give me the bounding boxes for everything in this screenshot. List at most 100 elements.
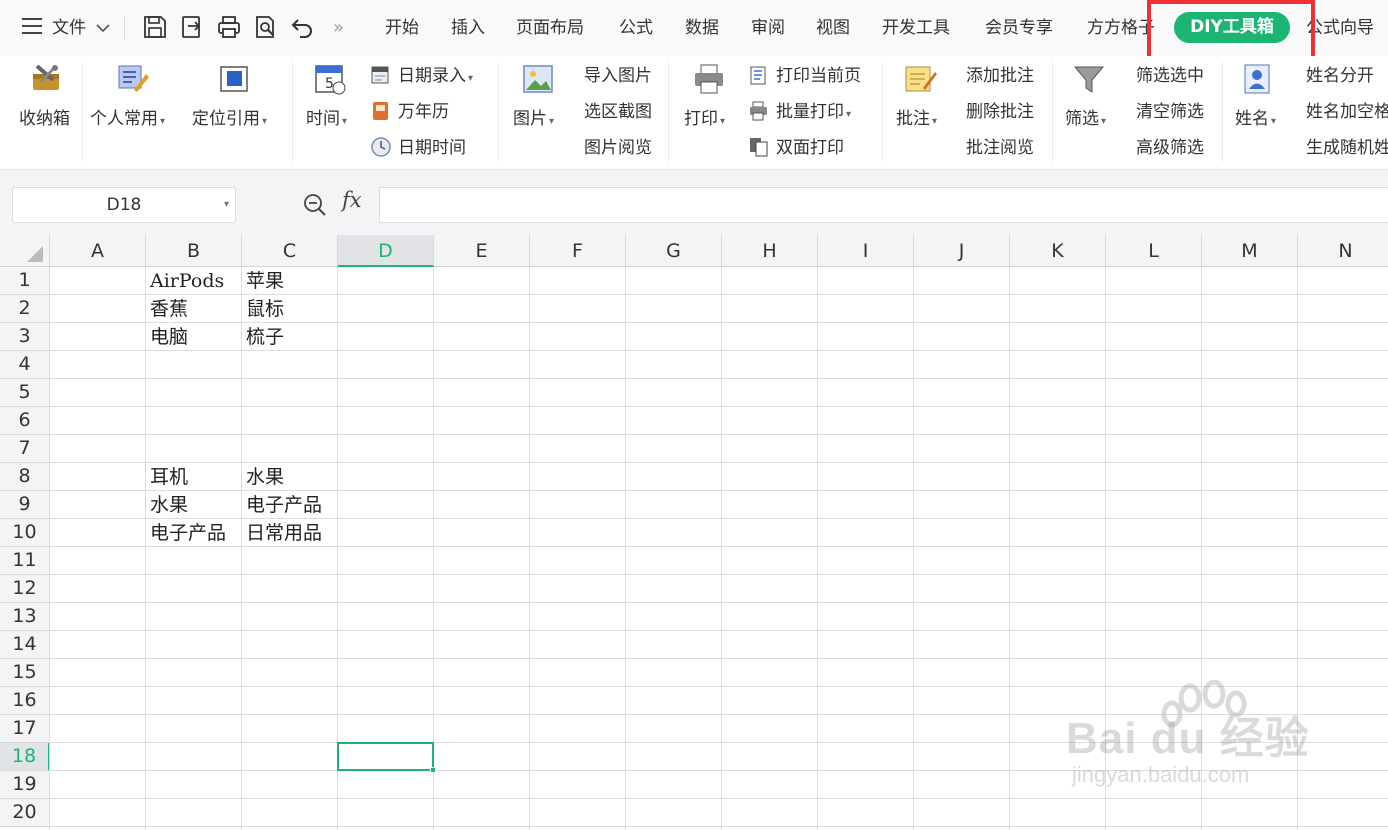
cell-b9[interactable]: 水果 xyxy=(146,491,188,519)
spreadsheet-grid[interactable]: ABCDEFGHIJKLMN 1 2 3 4 5 6 7 8 9 10 11 12 13 14 15 16 17… xyxy=(0,235,1388,830)
column-header-m[interactable]: M xyxy=(1202,235,1298,267)
row-header-15[interactable]: 15 xyxy=(0,659,50,687)
column-header-k[interactable]: K xyxy=(1010,235,1106,267)
save-icon[interactable] xyxy=(142,14,168,40)
row-header-11[interactable]: 11 xyxy=(0,547,50,575)
comment-button[interactable]: 批注 ▾ xyxy=(892,56,950,166)
row-header-20[interactable]: 20 xyxy=(0,799,50,827)
cell-b8[interactable]: 耳机 xyxy=(146,463,188,491)
print-preview-icon[interactable] xyxy=(253,14,279,40)
row-header-14[interactable]: 14 xyxy=(0,631,50,659)
column-header-i[interactable]: I xyxy=(818,235,914,267)
perpetual-calendar-button[interactable]: 万年历 xyxy=(370,99,449,125)
column-header-d[interactable]: D xyxy=(338,235,434,267)
picture-view-button[interactable]: 图片阅览 xyxy=(584,135,652,161)
fill-handle[interactable] xyxy=(430,767,436,773)
row-header-17[interactable]: 17 xyxy=(0,715,50,743)
picture-button[interactable]: 图片 ▾ xyxy=(508,56,568,166)
add-comment-button[interactable]: 添加批注 xyxy=(966,63,1034,89)
undo-icon[interactable] xyxy=(290,14,316,40)
column-header-j[interactable]: J xyxy=(914,235,1010,267)
row-header-3[interactable]: 3 xyxy=(0,323,50,351)
tab-page-layout[interactable]: 页面布局 xyxy=(516,0,584,56)
column-header-l[interactable]: L xyxy=(1106,235,1202,267)
zoom-out-icon[interactable] xyxy=(302,192,328,218)
print-icon[interactable] xyxy=(216,14,242,40)
selected-cell[interactable] xyxy=(337,742,436,773)
personal-common-button[interactable]: 个人常用 ▾ xyxy=(90,56,180,166)
column-header-b[interactable]: B xyxy=(146,235,242,267)
row-header-9[interactable]: 9 xyxy=(0,491,50,519)
column-header-c[interactable]: C xyxy=(242,235,338,267)
cell-b3[interactable]: 电脑 xyxy=(146,323,188,351)
cell-c1[interactable]: 苹果 xyxy=(242,267,284,295)
column-header-e[interactable]: E xyxy=(434,235,530,267)
cell-c9[interactable]: 电子产品 xyxy=(242,491,322,519)
row-header-10[interactable]: 10 xyxy=(0,519,50,547)
tab-formula-wizard[interactable]: 公式向导 xyxy=(1306,0,1374,56)
date-time-button[interactable]: 日期时间 xyxy=(370,135,466,161)
name-box[interactable]: D18 ▾ xyxy=(12,187,236,223)
storage-box-button[interactable]: 收纳箱 xyxy=(16,56,76,166)
delete-comment-button[interactable]: 删除批注 xyxy=(966,99,1034,125)
tab-insert[interactable]: 插入 xyxy=(451,0,485,56)
cell-c10[interactable]: 日常用品 xyxy=(242,519,322,547)
cell-b10[interactable]: 电子产品 xyxy=(146,519,226,547)
more-quick-tools[interactable]: » xyxy=(333,0,344,56)
row-header-8[interactable]: 8 xyxy=(0,463,50,491)
tab-review[interactable]: 审阅 xyxy=(751,0,785,56)
cell-b1[interactable]: AirPods xyxy=(146,267,224,295)
print-current-page-button[interactable]: 打印当前页 xyxy=(748,63,861,89)
column-header-n[interactable]: N xyxy=(1298,235,1388,267)
row-header-13[interactable]: 13 xyxy=(0,603,50,631)
row-header-6[interactable]: 6 xyxy=(0,407,50,435)
comment-view-button[interactable]: 批注阅览 xyxy=(966,135,1034,161)
time-button[interactable]: 5 时间 ▾ xyxy=(302,56,362,166)
row-header-5[interactable]: 5 xyxy=(0,379,50,407)
random-name-button[interactable]: 生成随机姓 xyxy=(1306,135,1388,161)
region-screenshot-button[interactable]: 选区截图 xyxy=(584,99,652,125)
filter-selected-button[interactable]: 筛选选中 xyxy=(1136,63,1204,89)
chevron-down-icon[interactable]: ▾ xyxy=(224,188,229,222)
cell-c8[interactable]: 水果 xyxy=(242,463,284,491)
export-icon[interactable] xyxy=(179,14,205,40)
file-menu[interactable]: 文件 xyxy=(22,0,110,56)
column-header-g[interactable]: G xyxy=(626,235,722,267)
row-header-4[interactable]: 4 xyxy=(0,351,50,379)
column-header-a[interactable]: A xyxy=(50,235,146,267)
filter-button[interactable]: 筛选 ▾ xyxy=(1060,56,1118,166)
tab-developer[interactable]: 开发工具 xyxy=(882,0,950,56)
tab-data[interactable]: 数据 xyxy=(685,0,719,56)
tab-home[interactable]: 开始 xyxy=(385,0,419,56)
advanced-filter-button[interactable]: 高级筛选 xyxy=(1136,135,1204,161)
row-header-1[interactable]: 1 xyxy=(0,267,50,295)
row-header-19[interactable]: 19 xyxy=(0,771,50,799)
split-name-button[interactable]: 姓名分开 xyxy=(1306,63,1374,89)
formula-input[interactable] xyxy=(379,187,1388,223)
locate-ref-button[interactable]: 定位引用 ▾ xyxy=(190,56,280,166)
name-button[interactable]: 姓名 ▾ xyxy=(1230,56,1288,166)
clear-filter-button[interactable]: 清空筛选 xyxy=(1136,99,1204,125)
insert-function-icon[interactable]: fx xyxy=(342,188,362,212)
select-all-corner[interactable] xyxy=(0,235,50,267)
tab-view[interactable]: 视图 xyxy=(816,0,850,56)
cell-c2[interactable]: 鼠标 xyxy=(242,295,284,323)
cell-b2[interactable]: 香蕉 xyxy=(146,295,188,323)
row-header-12[interactable]: 12 xyxy=(0,575,50,603)
column-header-h[interactable]: H xyxy=(722,235,818,267)
tab-formulas[interactable]: 公式 xyxy=(619,0,653,56)
duplex-print-button[interactable]: 双面打印 xyxy=(748,135,844,161)
row-header-2[interactable]: 2 xyxy=(0,295,50,323)
row-header-7[interactable]: 7 xyxy=(0,435,50,463)
row-header-18[interactable]: 18 xyxy=(0,743,50,771)
tab-member[interactable]: 会员专享 xyxy=(985,0,1053,56)
name-add-space-button[interactable]: 姓名加空格 xyxy=(1306,99,1388,125)
print-button[interactable]: 打印 ▾ xyxy=(680,56,736,166)
import-picture-button[interactable]: 导入图片 xyxy=(584,63,652,89)
tab-diy-toolbox[interactable]: DIY工具箱 xyxy=(1174,12,1290,43)
row-header-16[interactable]: 16 xyxy=(0,687,50,715)
column-header-f[interactable]: F xyxy=(530,235,626,267)
date-entry-button[interactable]: 日期录入 ▾ xyxy=(370,63,473,89)
cell-c3[interactable]: 梳子 xyxy=(242,323,284,351)
batch-print-button[interactable]: 批量打印 ▾ xyxy=(748,99,851,125)
